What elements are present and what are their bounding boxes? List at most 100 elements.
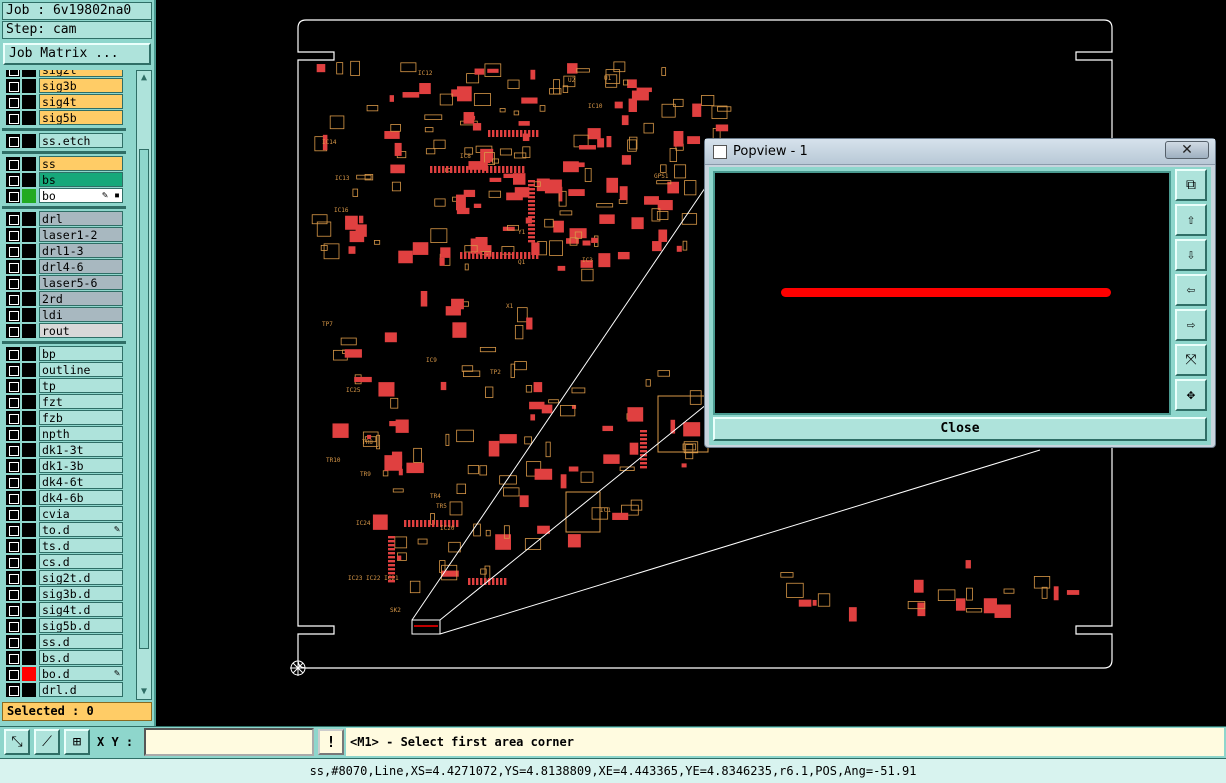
layer-row[interactable]: outline (2, 362, 126, 378)
layer-row[interactable]: sig4t.d (2, 602, 126, 618)
layer-row[interactable]: sig5b.d (2, 618, 126, 634)
layer-row[interactable]: sig5b (2, 110, 126, 126)
layer-color-swatch[interactable] (22, 157, 36, 171)
layer-color-swatch[interactable] (22, 79, 36, 93)
layer-row[interactable]: sig3b.d (2, 586, 126, 602)
layer-row[interactable]: drl1-3 (2, 243, 126, 259)
layer-color-swatch[interactable] (22, 324, 36, 338)
layer-checkbox[interactable] (6, 70, 20, 77)
layer-color-swatch[interactable] (22, 134, 36, 148)
layer-name[interactable]: ss (39, 156, 123, 171)
layer-row[interactable]: bs.d (2, 650, 126, 666)
layer-row[interactable]: ss.etch (2, 133, 126, 149)
layer-checkbox[interactable] (6, 651, 20, 665)
layer-checkbox[interactable] (6, 443, 20, 457)
layer-name[interactable]: sig4t.d (39, 602, 123, 617)
layer-checkbox[interactable] (6, 347, 20, 361)
layer-name[interactable]: bo.d ✎ (39, 666, 123, 681)
layer-name[interactable]: bs (39, 172, 123, 187)
layer-row[interactable]: tp (2, 378, 126, 394)
layer-color-swatch[interactable] (22, 276, 36, 290)
layer-checkbox[interactable] (6, 260, 20, 274)
layer-checkbox[interactable] (6, 111, 20, 125)
layer-row[interactable]: sig2t.d (2, 570, 126, 586)
layer-name[interactable]: ss.d (39, 634, 123, 649)
layer-row[interactable]: fzb (2, 410, 126, 426)
layer-color-swatch[interactable] (22, 491, 36, 505)
layer-row[interactable]: laser1-2 (2, 227, 126, 243)
layer-name[interactable]: tp (39, 378, 123, 393)
layer-checkbox[interactable] (6, 475, 20, 489)
layer-checkbox[interactable] (6, 411, 20, 425)
layer-color-swatch[interactable] (22, 244, 36, 258)
layer-checkbox[interactable] (6, 157, 20, 171)
layer-row[interactable]: dk4-6b (2, 490, 126, 506)
layer-color-swatch[interactable] (22, 308, 36, 322)
layer-color-swatch[interactable] (22, 683, 36, 697)
layer-checkbox[interactable] (6, 308, 20, 322)
layer-checkbox[interactable] (6, 555, 20, 569)
layer-row[interactable]: cs.d (2, 554, 126, 570)
layer-color-swatch[interactable] (22, 619, 36, 633)
layer-row[interactable]: fzt (2, 394, 126, 410)
layer-row[interactable]: bs (2, 172, 126, 188)
execute-button[interactable]: ! (318, 729, 344, 755)
layer-name[interactable]: ldi (39, 307, 123, 322)
layer-row[interactable]: sig2t (2, 70, 126, 78)
scrollbar-thumb[interactable] (139, 149, 149, 649)
layer-row[interactable]: bp (2, 346, 126, 362)
layer-checkbox[interactable] (6, 134, 20, 148)
layer-row[interactable]: ss.d (2, 634, 126, 650)
layer-checkbox[interactable] (6, 539, 20, 553)
layer-name[interactable]: ts.d (39, 538, 123, 553)
graphic-canvas[interactable]: IC12 U2 U1 IC10 IC14 IC8 IC13 GPS1 IC16 Y1 Q1 IC3 X1… (158, 0, 1226, 726)
layer-color-swatch[interactable] (22, 443, 36, 457)
layer-name[interactable]: npth (39, 426, 123, 441)
layer-checkbox[interactable] (6, 292, 20, 306)
layer-row[interactable]: to.d ✎ (2, 522, 126, 538)
layer-checkbox[interactable] (6, 587, 20, 601)
layer-color-swatch[interactable] (22, 651, 36, 665)
layer-color-swatch[interactable] (22, 212, 36, 226)
layer-name[interactable]: rout (39, 323, 123, 338)
layer-checkbox[interactable] (6, 276, 20, 290)
layer-name[interactable]: dk1-3b (39, 458, 123, 473)
layer-row[interactable]: npth (2, 426, 126, 442)
layer-name[interactable]: to.d ✎ (39, 522, 123, 537)
layer-checkbox[interactable] (6, 395, 20, 409)
layer-name[interactable]: sig5b.d (39, 618, 123, 633)
layer-checkbox[interactable] (6, 189, 20, 203)
layer-name[interactable]: sig5b (39, 110, 123, 125)
zoom-window-button[interactable]: ⧉ (1175, 169, 1207, 201)
layer-name[interactable]: dk4-6t (39, 474, 123, 489)
pan-right-button[interactable]: ⇨ (1175, 309, 1207, 341)
layer-checkbox[interactable] (6, 507, 20, 521)
layer-name[interactable]: dk4-6b (39, 490, 123, 505)
layer-name[interactable]: cvia (39, 506, 123, 521)
layer-name[interactable]: drl (39, 211, 123, 226)
layer-row[interactable]: 2rd (2, 291, 126, 307)
popview-zoom-view[interactable] (713, 171, 1171, 415)
layer-color-swatch[interactable] (22, 667, 36, 681)
scroll-up-icon[interactable]: ▲ (138, 72, 150, 84)
layer-name[interactable]: bo ✎ ▪ (39, 188, 123, 203)
layer-name[interactable]: drl1-3 (39, 243, 123, 258)
layer-color-swatch[interactable] (22, 347, 36, 361)
xy-input[interactable] (144, 728, 314, 756)
grid-icon[interactable]: ⊞ (64, 729, 90, 755)
layer-color-swatch[interactable] (22, 292, 36, 306)
layer-name[interactable]: cs.d (39, 554, 123, 569)
layer-checkbox[interactable] (6, 173, 20, 187)
popview-close-button[interactable]: Close (713, 417, 1207, 441)
job-matrix-button[interactable]: Job Matrix ... (3, 43, 151, 65)
layer-name[interactable]: sig4t (39, 94, 123, 109)
layer-color-swatch[interactable] (22, 228, 36, 242)
layer-checkbox[interactable] (6, 683, 20, 697)
layer-name[interactable]: ss.etch (39, 133, 123, 148)
layer-color-swatch[interactable] (22, 539, 36, 553)
layer-color-swatch[interactable] (22, 427, 36, 441)
layer-checkbox[interactable] (6, 379, 20, 393)
close-icon[interactable]: ✕ (1165, 141, 1209, 159)
layer-checkbox[interactable] (6, 244, 20, 258)
layer-color-swatch[interactable] (22, 635, 36, 649)
